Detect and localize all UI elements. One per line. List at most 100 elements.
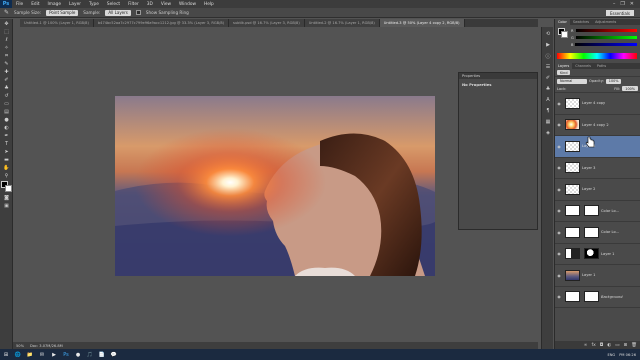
media-player-icon[interactable]: ▶ — [49, 351, 59, 359]
tab-channels[interactable]: Channels — [572, 63, 594, 69]
info-icon[interactable]: ⓘ — [544, 52, 552, 60]
mail-icon[interactable]: ✉ — [37, 351, 47, 359]
visibility-eye-icon[interactable]: ◉ — [555, 208, 563, 213]
layer-row[interactable]: ◉ Color Lo... — [555, 201, 640, 222]
actions-icon[interactable]: ▶ — [544, 41, 552, 49]
path-select-icon[interactable]: ➤ — [2, 148, 11, 155]
adjustment-layer-icon[interactable]: ◐ — [607, 343, 611, 348]
sample-size-select[interactable]: Point Sample — [46, 9, 79, 16]
background-color[interactable] — [5, 185, 12, 192]
menu-item-window[interactable]: Window — [175, 2, 200, 7]
document-tab[interactable]: Untitled-1 @ 100% (Layer 1, RGB/8) — [20, 19, 94, 27]
chrome-icon[interactable]: ● — [73, 351, 83, 359]
blend-mode-select[interactable]: Normal — [557, 78, 587, 84]
color-slider-track[interactable] — [575, 29, 637, 32]
chat-icon[interactable]: 💬 — [109, 351, 119, 359]
fill-input[interactable]: 100% — [622, 86, 638, 91]
link-layers-icon[interactable]: ∞ — [584, 343, 588, 348]
document-tab[interactable]: b474bc52aa7c2977c799e96a9acc1212.jpg @ 3… — [93, 19, 230, 27]
shape-tool-icon[interactable]: ▬ — [2, 156, 11, 163]
brush-tool-icon[interactable]: ✐ — [2, 76, 11, 83]
menu-item-select[interactable]: Select — [103, 2, 124, 7]
visibility-eye-icon[interactable]: ◉ — [555, 144, 563, 149]
eyedropper-icon[interactable]: ✎ — [2, 60, 11, 67]
eyedropper-tool-icon[interactable]: ✎ — [4, 9, 9, 16]
start-button-icon[interactable]: ⊞ — [1, 351, 11, 359]
menu-item-filter[interactable]: Filter — [124, 2, 143, 7]
blur-tool-icon[interactable]: ● — [2, 116, 11, 123]
properties-icon[interactable]: ☰ — [544, 63, 552, 71]
menu-item-layer[interactable]: Layer — [65, 2, 85, 7]
visibility-eye-icon[interactable]: ◉ — [555, 251, 563, 256]
styles-icon[interactable]: ◈ — [544, 129, 552, 137]
opacity-input[interactable]: 100% — [605, 78, 622, 84]
menu-item-3d[interactable]: 3D — [143, 2, 157, 7]
language-indicator[interactable]: ENG — [607, 353, 615, 357]
visibility-eye-icon[interactable]: ◉ — [555, 294, 563, 299]
clone-source-icon[interactable]: ♣ — [544, 85, 552, 93]
clone-stamp-icon[interactable]: ♣ — [2, 84, 11, 91]
marquee-tool-icon[interactable]: ⬚ — [2, 28, 11, 35]
pen-tool-icon[interactable]: ✒ — [2, 132, 11, 139]
screen-mode-icon[interactable]: ▣ — [2, 202, 11, 209]
color-spectrum[interactable] — [557, 53, 637, 59]
music-icon[interactable]: 🎵 — [85, 351, 95, 359]
close-button[interactable]: ✕ — [630, 1, 634, 7]
zoom-tool-icon[interactable]: ⚲ — [2, 172, 11, 179]
healing-brush-icon[interactable]: ✚ — [2, 68, 11, 75]
quick-mask-icon[interactable]: ◙ — [2, 194, 11, 201]
layer-row[interactable]: ◉ Layer 1 — [555, 265, 640, 287]
show-sampling-ring-checkbox[interactable] — [135, 10, 141, 15]
document-tab[interactable]: subtlk.psd @ 16.7% (Layer 3, RGB/8) — [229, 19, 305, 27]
clock[interactable]: PM 06:26 — [619, 353, 636, 357]
visibility-eye-icon[interactable]: ◉ — [555, 273, 563, 278]
lasso-tool-icon[interactable]: ℓ — [2, 36, 11, 43]
visibility-eye-icon[interactable]: ◉ — [555, 122, 563, 127]
layer-row[interactable]: ◉ Layer 3 — [555, 158, 640, 179]
menu-item-image[interactable]: Image — [44, 2, 65, 7]
visibility-eye-icon[interactable]: ◉ — [555, 230, 563, 235]
brush-presets-icon[interactable]: ✐ — [544, 74, 552, 82]
visibility-eye-icon[interactable]: ◉ — [555, 165, 563, 170]
menu-item-type[interactable]: Type — [85, 2, 103, 7]
layer-row[interactable]: ◉ Background — [555, 287, 640, 308]
bg-color-chip[interactable] — [561, 31, 568, 38]
eraser-tool-icon[interactable]: ▭ — [2, 100, 11, 107]
kind-filter-select[interactable]: Kind — [557, 70, 571, 75]
layer-row[interactable]: ◉ Layer 1 — [555, 244, 640, 265]
document-icon[interactable]: 📄 — [97, 351, 107, 359]
quick-select-tool-icon[interactable]: ✧ — [2, 44, 11, 51]
document-tab[interactable]: Untitled-3 @ 50% (Layer 4 copy 2, RGB/8) — [379, 19, 465, 27]
visibility-eye-icon[interactable]: ◉ — [555, 101, 563, 106]
new-group-icon[interactable]: ▭ — [615, 343, 619, 348]
type-tool-icon[interactable]: T — [2, 140, 11, 147]
delete-layer-icon[interactable]: 🗑 — [631, 343, 637, 348]
restore-button[interactable]: ❐ — [620, 1, 624, 7]
document-tab[interactable]: Untitled-2 @ 16.7% (Layer 1, RGB/8) — [304, 19, 380, 27]
dodge-tool-icon[interactable]: ◐ — [2, 124, 11, 131]
menu-item-view[interactable]: View — [157, 2, 175, 7]
layer-row[interactable]: ◉ Color Lo... — [555, 222, 640, 244]
layer-row[interactable]: ◉ Layer 4 — [555, 136, 640, 158]
browser-icon[interactable]: 🌐 — [13, 351, 23, 359]
menu-item-help[interactable]: Help — [200, 2, 218, 7]
add-mask-icon[interactable]: ◘ — [600, 343, 604, 348]
tab-paths[interactable]: Paths — [594, 63, 609, 69]
paragraph-icon[interactable]: ¶ — [544, 107, 552, 115]
layer-row[interactable]: ◉ Layer 4 copy — [555, 93, 640, 115]
color-swatches[interactable] — [1, 181, 12, 192]
layer-row[interactable]: ◉ Layer 2 — [555, 179, 640, 201]
zoom-level[interactable]: 50% — [16, 344, 24, 348]
glyphs-icon[interactable]: ▦ — [544, 118, 552, 126]
hand-tool-icon[interactable]: ✋ — [2, 164, 11, 171]
move-tool-icon[interactable]: ✥ — [2, 20, 11, 27]
document-image[interactable] — [115, 96, 435, 276]
color-slider-track[interactable] — [575, 43, 637, 46]
menu-item-file[interactable]: File — [12, 2, 27, 7]
history-brush-icon[interactable]: ↺ — [2, 92, 11, 99]
folder-icon[interactable]: 📁 — [25, 351, 35, 359]
minimize-button[interactable]: – — [613, 1, 616, 7]
workspace-select[interactable]: Essentials — [605, 10, 634, 16]
history-icon[interactable]: ⟲ — [544, 30, 552, 38]
crop-tool-icon[interactable]: ⌗ — [2, 52, 11, 59]
